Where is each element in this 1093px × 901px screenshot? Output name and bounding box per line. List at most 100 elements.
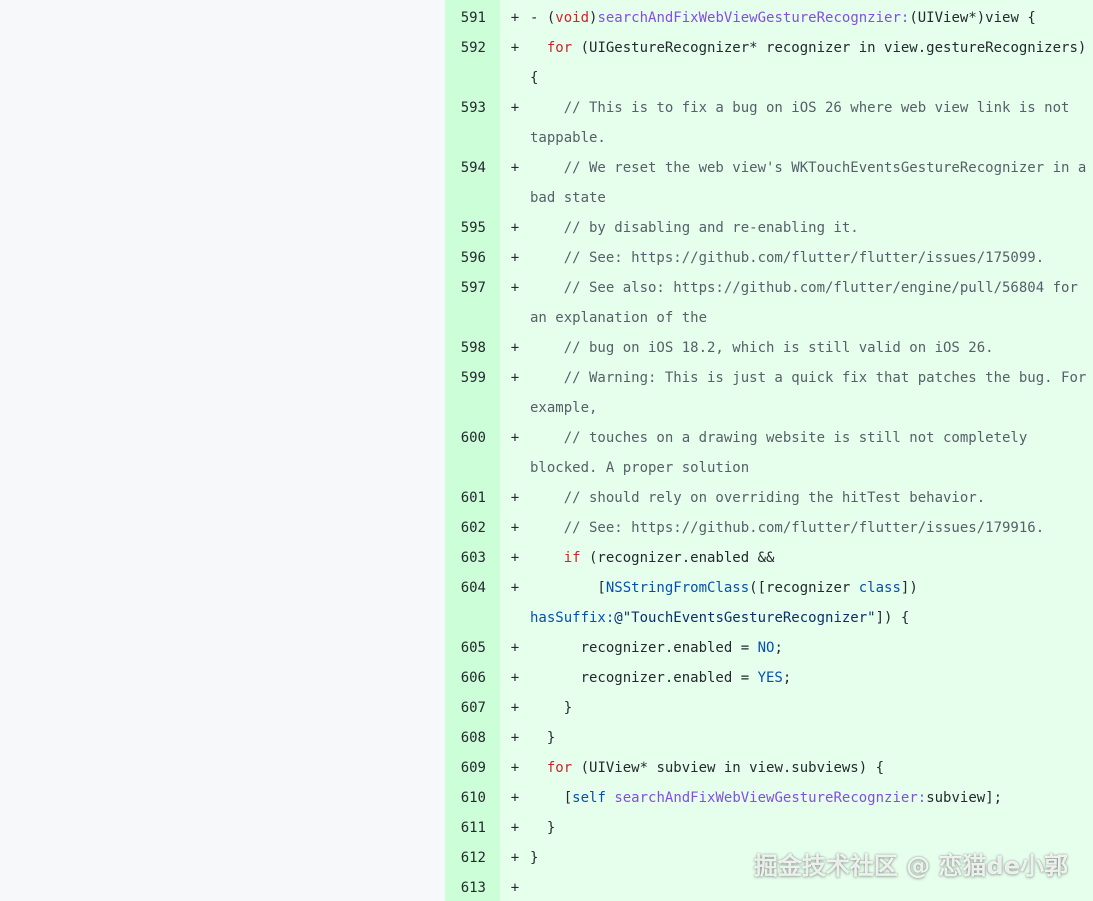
- code-token: {: [530, 70, 539, 86]
- diff-marker: +: [510, 490, 520, 506]
- code-token: class: [858, 580, 901, 596]
- code-line: // touches on a drawing website is still…: [530, 423, 1080, 453]
- code-token: // See: https://github.com/flutter/flutt…: [530, 250, 1045, 266]
- diff-marker: +: [510, 40, 520, 56]
- code-line: // Warning: This is just a quick fix tha…: [530, 363, 1087, 393]
- code-line: recognizer.enabled = YES;: [530, 663, 1080, 693]
- diff-line: 611 + }: [445, 813, 1093, 843]
- code-line: blocked. A proper solution: [530, 453, 1080, 483]
- line-number[interactable]: 593: [445, 93, 500, 123]
- line-number[interactable]: 608: [445, 723, 500, 753]
- code-token: for: [546, 40, 573, 56]
- line-number[interactable]: 604: [445, 573, 500, 603]
- line-number[interactable]: 609: [445, 753, 500, 783]
- diff-line: 607 + }: [445, 693, 1093, 723]
- line-number[interactable]: 603: [445, 543, 500, 573]
- diff-marker: +: [510, 160, 520, 176]
- code-line: }: [530, 723, 1080, 753]
- line-number[interactable]: 598: [445, 333, 500, 363]
- line-number[interactable]: [445, 183, 500, 213]
- diff-line: 595 + // by disabling and re-enabling it.: [445, 213, 1093, 243]
- line-number[interactable]: 592: [445, 33, 500, 63]
- line-number[interactable]: 591: [445, 3, 500, 33]
- code-token: (recognizer.enabled &&: [580, 550, 775, 566]
- code-line: tappable.: [530, 123, 1080, 153]
- line-number[interactable]: 612: [445, 843, 500, 873]
- line-number[interactable]: [445, 393, 500, 423]
- diff-line: blocked. A proper solution: [445, 453, 1093, 483]
- line-number[interactable]: 607: [445, 693, 500, 723]
- diff-marker: +: [510, 850, 520, 866]
- diff-marker: [500, 603, 530, 633]
- left-panel: [0, 0, 445, 901]
- diff-marker: +: [510, 730, 520, 746]
- diff-marker: [500, 393, 530, 423]
- code-token: ]): [900, 580, 918, 596]
- code-token: // bug on iOS 18.2, which is still valid…: [530, 340, 994, 356]
- diff-marker: [500, 453, 530, 483]
- code-token: if: [563, 550, 581, 566]
- diff-marker: +: [510, 10, 520, 26]
- code-line: recognizer.enabled = NO;: [530, 633, 1080, 663]
- code-line: }: [530, 693, 1080, 723]
- code-token: subview];: [926, 790, 1003, 806]
- diff-line: 593 + // This is to fix a bug on iOS 26 w…: [445, 93, 1093, 123]
- diff-line: 594 + // We reset the web view's WKTouchE…: [445, 153, 1093, 183]
- code-token: [: [530, 580, 606, 596]
- code-token: an explanation of the: [530, 310, 708, 326]
- line-number[interactable]: 602: [445, 513, 500, 543]
- line-number[interactable]: [445, 603, 500, 633]
- line-number[interactable]: 596: [445, 243, 500, 273]
- diff-marker: +: [510, 640, 520, 656]
- code-line: }: [530, 813, 1080, 843]
- line-number[interactable]: 605: [445, 633, 500, 663]
- code-line: if (recognizer.enabled &&: [530, 543, 1080, 573]
- diff-marker: +: [510, 520, 520, 536]
- diff-line: 610 + [self searchAndFixWebViewGestureRec…: [445, 783, 1093, 813]
- line-number[interactable]: 595: [445, 213, 500, 243]
- code-token: self: [572, 790, 606, 806]
- diff-line: {: [445, 63, 1093, 93]
- code-line: hasSuffix:@"TouchEventsGestureRecognizer…: [530, 603, 1080, 633]
- line-number[interactable]: 611: [445, 813, 500, 843]
- line-number[interactable]: [445, 63, 500, 93]
- line-number[interactable]: 594: [445, 153, 500, 183]
- code-line: // should rely on overriding the hitTest…: [530, 483, 1080, 513]
- diff-view: 591 + - (void)searchAndFixWebViewGestureRe…: [445, 0, 1093, 901]
- line-number[interactable]: 597: [445, 273, 500, 303]
- code-token: NSStringFromClass: [605, 580, 750, 596]
- code-token: (UIView*)view {: [909, 10, 1036, 26]
- line-number[interactable]: [445, 453, 500, 483]
- code-token: example,: [530, 400, 598, 416]
- code-token: }: [530, 730, 556, 746]
- code-line: [self searchAndFixWebViewGestureRecognzi…: [530, 783, 1080, 813]
- diff-line: 597 + // See also: https://github.com/flu…: [445, 273, 1093, 303]
- diff-marker: [500, 63, 530, 93]
- line-number[interactable]: [445, 303, 500, 333]
- watermark: 掘金技术社区 @ 恋猫de小郭: [753, 852, 1068, 880]
- code-token: YES: [757, 670, 783, 686]
- code-token: blocked. A proper solution: [530, 460, 750, 476]
- code-token: hasSuffix:: [530, 610, 615, 626]
- diff-line: example,: [445, 393, 1093, 423]
- code-token: for: [546, 760, 573, 776]
- code-line: // We reset the web view's WKTouchEvents…: [530, 153, 1087, 183]
- diff-marker: +: [510, 370, 520, 386]
- line-number[interactable]: 606: [445, 663, 500, 693]
- line-number[interactable]: 599: [445, 363, 500, 393]
- line-number[interactable]: 600: [445, 423, 500, 453]
- code-token: // We reset the web view's WKTouchEvents…: [530, 160, 1087, 176]
- code-line: for (UIView* subview in view.subviews) {: [530, 753, 1080, 783]
- line-number[interactable]: [445, 123, 500, 153]
- code-line: // See also: https://github.com/flutter/…: [530, 273, 1080, 303]
- line-number[interactable]: 601: [445, 483, 500, 513]
- diff-line: 599 + // Warning: This is just a quick fi…: [445, 363, 1093, 393]
- line-number[interactable]: 613: [445, 873, 500, 901]
- code-token: // by disabling and re-enabling it.: [530, 220, 859, 236]
- code-line: // by disabling and re-enabling it.: [530, 213, 1080, 243]
- line-number[interactable]: 610: [445, 783, 500, 813]
- diff-line: 591 + - (void)searchAndFixWebViewGestureRe…: [445, 3, 1093, 33]
- code-line: for (UIGestureRecognizer* recognizer in …: [530, 33, 1086, 63]
